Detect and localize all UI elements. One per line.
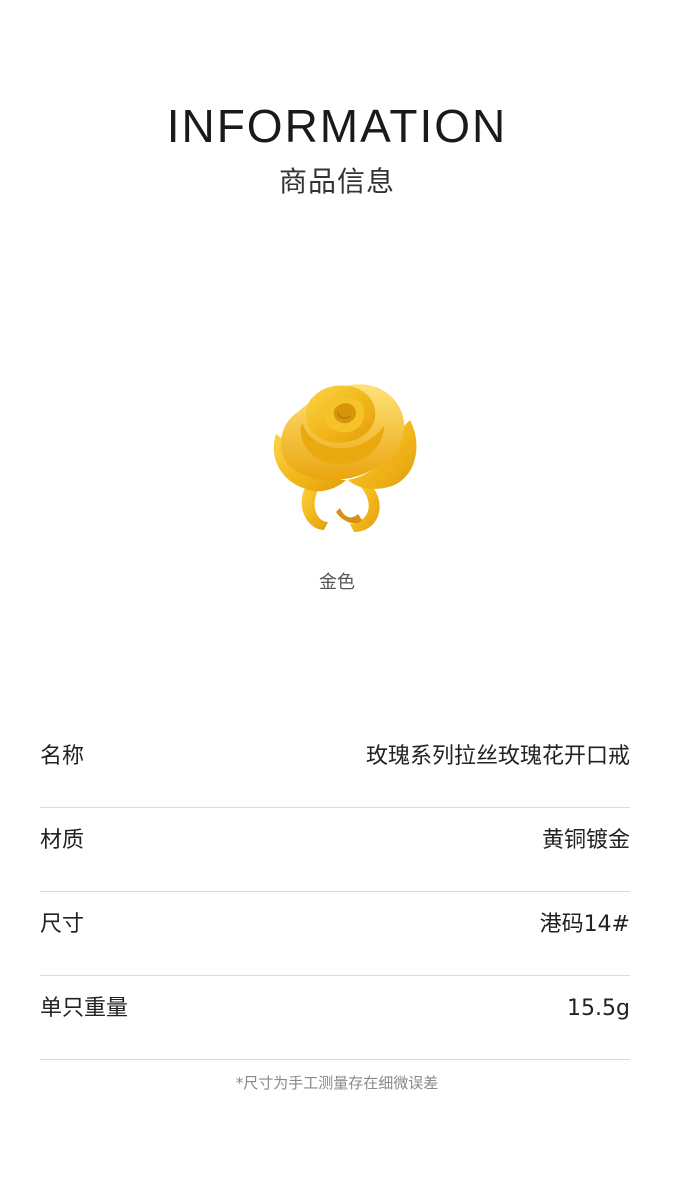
spec-row-weight: 单只重量 15.5g (40, 976, 630, 1060)
product-image (262, 372, 422, 542)
gold-rose-ring-image (273, 384, 417, 532)
spec-value: 玫瑰系列拉丝玫瑰花开口戒 (365, 744, 630, 769)
spec-key: 名称 (40, 744, 85, 769)
spec-key: 材质 (40, 828, 85, 853)
spec-value: 15.5g (567, 996, 630, 1021)
spec-value: 港码14# (539, 912, 630, 937)
spec-row-size: 尺寸 港码14# (40, 892, 630, 976)
spec-table: 名称 玫瑰系列拉丝玫瑰花开口戒 材质 黄铜镀金 尺寸 港码14# 单只重量 15… (40, 724, 630, 1060)
page-title: INFORMATION (166, 100, 508, 152)
spec-value: 黄铜镀金 (541, 828, 630, 853)
spec-row-name: 名称 玫瑰系列拉丝玫瑰花开口戒 (40, 724, 630, 808)
measurement-footnote: *尺寸为手工测量存在细微误差 (235, 1074, 439, 1092)
color-label: 金色 (319, 572, 355, 593)
page-subtitle: 商品信息 (278, 165, 395, 198)
spec-key: 单只重量 (40, 996, 129, 1021)
spec-row-material: 材质 黄铜镀金 (40, 808, 630, 892)
spec-key: 尺寸 (40, 912, 85, 937)
